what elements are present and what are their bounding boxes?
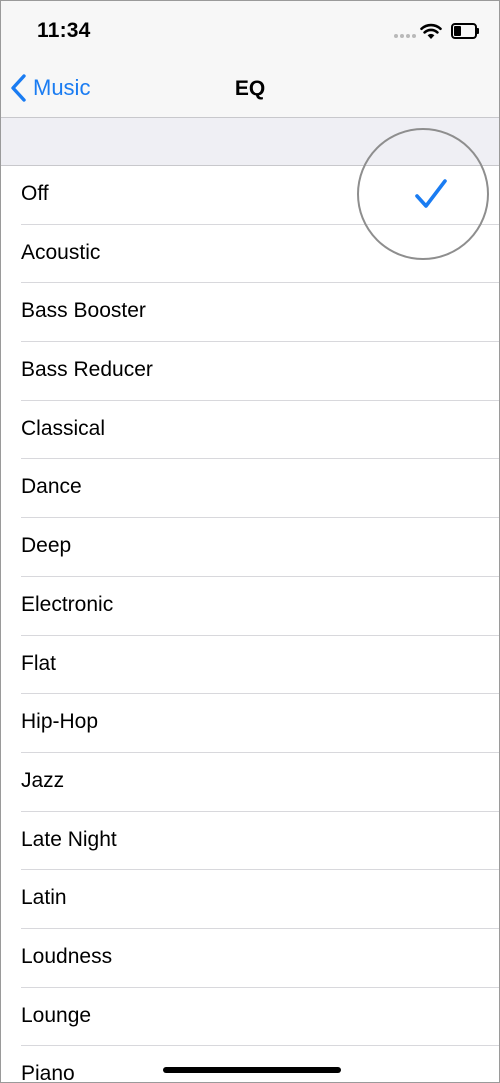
eq-option-label: Acoustic: [21, 240, 101, 264]
eq-option-latin[interactable]: Latin: [1, 870, 499, 929]
eq-option-label: Lounge: [21, 1003, 92, 1027]
eq-option-classical[interactable]: Classical: [1, 401, 499, 460]
eq-option-label: Piano: [21, 1062, 75, 1083]
eq-option-label: Deep: [21, 534, 72, 558]
eq-option-label: Dance: [21, 475, 82, 499]
section-header: [1, 118, 499, 166]
eq-option-bass-reducer[interactable]: Bass Reducer: [1, 342, 499, 401]
eq-option-label: Late Night: [21, 827, 117, 851]
eq-option-label: Jazz: [21, 768, 65, 792]
eq-option-label: Classical: [21, 416, 106, 440]
eq-option-hip-hop[interactable]: Hip-Hop: [1, 694, 499, 753]
eq-option-dance[interactable]: Dance: [1, 459, 499, 518]
eq-option-lounge[interactable]: Lounge: [1, 988, 499, 1047]
phone-screen: 11:34 Music EQ Off Acoustic Bass Booster…: [0, 0, 500, 1083]
eq-option-label: Hip-Hop: [21, 710, 99, 734]
eq-option-label: Loudness: [21, 944, 113, 968]
signal-icon: [394, 34, 416, 40]
checkmark-icon: [415, 179, 447, 208]
navigation-bar: Music EQ: [1, 59, 499, 118]
eq-option-late-night[interactable]: Late Night: [1, 812, 499, 871]
home-indicator[interactable]: [163, 1067, 341, 1073]
eq-option-jazz[interactable]: Jazz: [1, 753, 499, 812]
eq-option-loudness[interactable]: Loudness: [1, 929, 499, 988]
eq-option-label: Latin: [21, 886, 67, 910]
eq-option-electronic[interactable]: Electronic: [1, 577, 499, 636]
eq-option-acoustic[interactable]: Acoustic: [1, 225, 499, 284]
eq-option-piano[interactable]: Piano: [1, 1046, 499, 1083]
wifi-icon: [420, 23, 442, 39]
status-time: 11:34: [37, 19, 91, 42]
eq-option-flat[interactable]: Flat: [1, 636, 499, 695]
eq-options-list: Off Acoustic Bass Booster Bass Reducer C…: [1, 166, 499, 1083]
eq-option-label: Bass Reducer: [21, 358, 153, 382]
eq-option-label: Bass Booster: [21, 299, 146, 323]
eq-option-bass-booster[interactable]: Bass Booster: [1, 283, 499, 342]
eq-option-deep[interactable]: Deep: [1, 518, 499, 577]
status-bar: 11:34: [1, 1, 499, 59]
eq-option-label: Off: [21, 182, 49, 205]
eq-option-label: Electronic: [21, 592, 114, 616]
eq-option-label: Flat: [21, 651, 57, 675]
battery-icon: [451, 23, 479, 39]
page-title: EQ: [234, 77, 266, 100]
